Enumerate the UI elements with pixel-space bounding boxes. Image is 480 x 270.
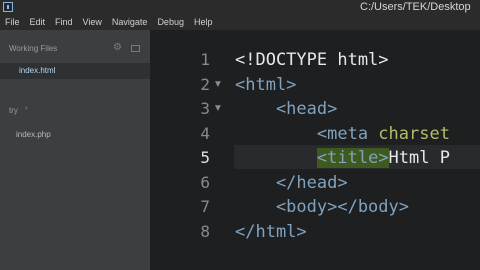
code-token: Html P bbox=[388, 148, 450, 168]
code-editor[interactable]: 1 <!DOCTYPE html> 2 ▼ <html> 3 ▼ <head> 4 <meta… bbox=[150, 30, 480, 270]
code-token: <!DOCTYPE html> bbox=[235, 50, 389, 70]
code-text: </head> bbox=[235, 171, 348, 195]
folder-dropdown-icon[interactable]: › bbox=[25, 105, 27, 112]
code-line[interactable]: 3 ▼ <head> bbox=[150, 97, 480, 121]
gear-icon[interactable]: ⚙ bbox=[113, 42, 122, 53]
fold-arrow-icon[interactable]: ▼ bbox=[213, 73, 223, 97]
menu-debug[interactable]: Debug bbox=[152, 17, 189, 27]
sidebar: Working Files ⚙ index.html try › index.p… bbox=[0, 30, 150, 270]
code-line[interactable]: 8 </html> bbox=[150, 220, 480, 244]
line-number: 4 bbox=[200, 123, 210, 143]
brackets-app-icon bbox=[3, 2, 13, 12]
line-number: 1 bbox=[200, 50, 210, 69]
code-text: <head> bbox=[235, 97, 337, 121]
code-text: </html> bbox=[235, 220, 307, 244]
menu-edit[interactable]: Edit bbox=[25, 17, 51, 27]
project-folder-name[interactable]: try bbox=[9, 106, 18, 115]
code-token: <head> bbox=[235, 99, 338, 119]
working-file-label: index.html bbox=[19, 66, 56, 75]
line-number: 5 bbox=[200, 148, 210, 167]
code-text: <body></body> bbox=[235, 195, 409, 219]
code-text: <title>Html P bbox=[235, 146, 450, 170]
matched-tag-highlight: <title> bbox=[316, 148, 389, 168]
working-files-header: Working Files bbox=[9, 44, 58, 53]
title-bar: C:/Users/TEK/Desktop bbox=[0, 0, 480, 14]
code-line[interactable]: 7 <body></body> bbox=[150, 195, 480, 219]
line-number: 7 bbox=[200, 197, 210, 216]
code-line[interactable]: 2 ▼ <html> bbox=[150, 73, 480, 97]
code-text: <!DOCTYPE html> bbox=[235, 48, 389, 72]
fold-arrow-icon[interactable]: ▼ bbox=[213, 97, 223, 121]
line-number: 6 bbox=[200, 172, 210, 192]
code-token: </html> bbox=[235, 221, 307, 242]
code-token: charset bbox=[378, 123, 450, 144]
code-text: <html> bbox=[235, 73, 296, 97]
code-line[interactable]: 4 <meta charset bbox=[150, 122, 480, 146]
line-number: 8 bbox=[200, 221, 210, 241]
window-title-path: C:/Users/TEK/Desktop bbox=[360, 1, 471, 13]
menu-bar: File Edit Find View Navigate Debug Help bbox=[0, 14, 480, 30]
menu-navigate[interactable]: Navigate bbox=[107, 17, 153, 27]
code-token: <meta bbox=[235, 123, 379, 144]
line-number: 2 bbox=[200, 74, 210, 94]
code-line[interactable]: 6 </head> bbox=[150, 171, 480, 195]
code-text: <meta charset bbox=[235, 122, 450, 146]
split-view-icon[interactable] bbox=[131, 45, 140, 52]
code-token: <html> bbox=[235, 74, 297, 95]
menu-help[interactable]: Help bbox=[189, 17, 218, 27]
menu-find[interactable]: Find bbox=[50, 17, 78, 27]
menu-view[interactable]: View bbox=[78, 17, 107, 27]
code-line[interactable]: 5 <title>Html P bbox=[150, 146, 480, 170]
working-file-index-html[interactable]: index.html bbox=[0, 63, 150, 79]
code-token: <body></body> bbox=[235, 197, 409, 217]
file-tree-item-index-php[interactable]: index.php bbox=[16, 130, 51, 139]
line-number: 3 bbox=[200, 99, 210, 118]
code-line[interactable]: 1 <!DOCTYPE html> bbox=[150, 48, 480, 72]
code-token: </head> bbox=[235, 172, 348, 193]
menu-file[interactable]: File bbox=[0, 17, 25, 27]
